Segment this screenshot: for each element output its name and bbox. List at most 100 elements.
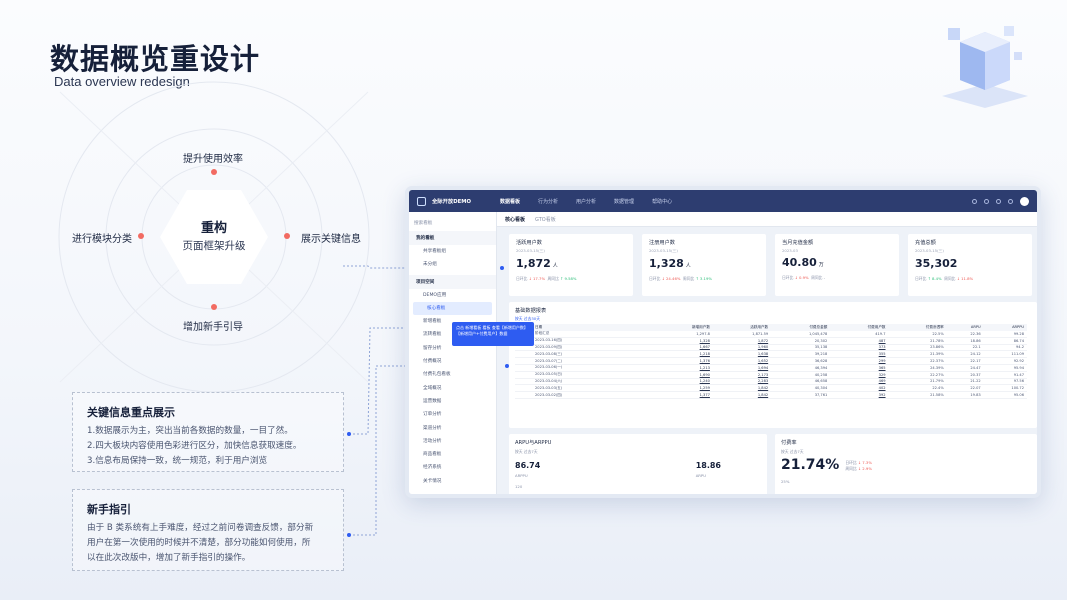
sidebar-item-active[interactable]: 核心看板 [413, 301, 492, 316]
nav-item[interactable]: 数据看板 [491, 198, 529, 205]
table-row: 阶段汇总 1,297.8 1,871.59 1,045,478 419.7 22.5% 22… [515, 330, 1027, 338]
table-cell[interactable]: 1,872 [712, 337, 772, 345]
sidebar-item[interactable]: 经济系统 [409, 461, 496, 474]
card-line: 由于 B 类系统有上手难度，经过之前问卷调查反馈，部分新 [87, 523, 314, 533]
table-cell[interactable]: 1,960 [712, 344, 772, 352]
table-cell[interactable]: 1,652 [712, 357, 772, 365]
arpu-value: 18.86 [695, 461, 721, 470]
card-onboarding: 新手指引 由于 B 类系统有上手难度，经过之前问卷调查反馈，部分新 用户在第一次… [72, 489, 344, 571]
nav-item[interactable]: 用户分析 [567, 198, 605, 205]
table-cell[interactable]: 1,377 [654, 391, 713, 399]
sidebar-item[interactable]: 商品看板 [409, 448, 496, 461]
table-row: 2023-03-02(四) 1,377 1,842 37,761 392 21.58% 19… [515, 391, 1027, 399]
sidebar-item[interactable]: DEMO应用 [409, 289, 496, 302]
sidebar-item[interactable]: 活动分析 [409, 435, 496, 448]
table-cell: 40,258 [771, 371, 831, 379]
table-row: 2023-03-16(四) 1,328 1,872 20,302 487 21.78% 18… [515, 337, 1027, 345]
table-cell[interactable]: 373 [830, 344, 889, 352]
kpi-compare: 日环比 ↓ 17.7% 周同比 ↑ 9.58% [516, 276, 577, 281]
table-cell[interactable]: 1,328 [654, 337, 713, 345]
kpi-value: 1,872 人 [516, 257, 558, 270]
sidebar-section[interactable]: 我的看板 [409, 231, 496, 245]
table-cell: 2023-03-05(日) [515, 371, 655, 379]
table-cell[interactable]: 1,259 [654, 384, 713, 393]
table-cell[interactable]: 329 [830, 371, 889, 379]
table-cell: 2023-03-03(五) [515, 384, 655, 393]
help-icon[interactable] [996, 198, 1001, 204]
card-line: 用户在第一次使用的时候并不清楚，部分功能如何使用，所 [87, 538, 311, 548]
node-bottom-dot [211, 304, 217, 310]
table-cell[interactable]: 487 [830, 337, 889, 345]
kpi-date: 2023-03-15(三) [649, 248, 678, 253]
sidebar-section[interactable]: 项目空间 [409, 274, 496, 289]
table-cell[interactable]: 1,638 [712, 350, 772, 359]
sidebar-item[interactable]: 渠道分析 [409, 422, 496, 435]
sidebar-item[interactable]: 共享看板组 [409, 245, 496, 258]
panel-filter[interactable]: 按天 过去30天 [509, 314, 1037, 324]
sidebar-item[interactable]: 全域概况 [409, 382, 496, 395]
kpi-card: 活跃用户数 2023-03-15(三) 1,872 人 日环比 ↓ 17.7% 周… [509, 234, 633, 296]
nav-item[interactable]: 帮助中心 [643, 198, 681, 205]
table-cell: 40,304 [771, 384, 831, 393]
kpi-title: 注册用户数 [649, 240, 675, 246]
sidebar-item[interactable]: 未分组 [409, 258, 496, 271]
kpi-title: 充值总额 [915, 240, 936, 246]
table-cell[interactable]: 1,694 [712, 364, 772, 372]
nav-item[interactable]: 行为分析 [529, 198, 567, 205]
dashboard-logo: 全际开放DEMO [409, 196, 491, 206]
table-cell[interactable]: 469 [830, 378, 889, 386]
pay-rate-value: 21.74% [781, 457, 840, 473]
sidebar-item[interactable]: 运营数据 [409, 395, 496, 408]
table-cell[interactable]: 1,213 [654, 364, 713, 372]
table-cell: 91.47 [983, 371, 1027, 379]
table-row: 2023-03-07(二) 1,376 1,652 36,628 299 22.37% 22… [515, 357, 1027, 365]
nav-item[interactable]: 数据管理 [605, 198, 643, 205]
table-cell[interactable]: 392 [830, 391, 889, 399]
table-cell[interactable]: 1,667 [654, 344, 713, 352]
search-icon[interactable] [972, 198, 977, 204]
table-cell[interactable]: 1,240 [654, 378, 713, 386]
sidebar-item[interactable]: 付费礼包看板 [409, 368, 496, 381]
table-cell[interactable]: 1,842 [712, 391, 772, 399]
tab-gto[interactable]: GTO看板 [535, 216, 556, 223]
table-row: 2023-03-09(四) 1,667 1,960 35,138 373 23.86% 22… [515, 344, 1027, 352]
sidebar-item[interactable]: 关卡情况 [409, 475, 496, 488]
table-cell[interactable]: 1,690 [654, 371, 713, 379]
table-cell[interactable]: 2,283 [712, 378, 772, 386]
arpu-label: ARPU [695, 473, 706, 478]
table-cell[interactable]: 1,218 [654, 350, 713, 359]
data-report-panel: 基础数据报表 按天 过去30天 日期 新增用户数 活跃用户数 付费总金额 付费用户数 付费… [509, 302, 1037, 428]
sidebar-item[interactable]: 订单分析 [409, 408, 496, 421]
card-key-info: 关键信息重点展示 1.数据展示为主，突出当前各数据的数量，一目了然。 2.四大板… [72, 392, 344, 472]
table-cell[interactable]: 402 [830, 384, 889, 393]
bell-icon[interactable] [984, 198, 989, 204]
kpi-date: 2023-03 [782, 248, 798, 253]
node-right-label: 展示关键信息 [301, 234, 361, 245]
tab-core[interactable]: 核心看板 [505, 216, 525, 223]
kpi-compare: 日环比 ↓ 0.9% 周同比 - [782, 275, 826, 280]
sidebar-search[interactable]: 搜索看板 [414, 218, 491, 227]
table-cell: 2023-03-04(六) [515, 378, 655, 386]
table-cell[interactable]: 299 [830, 357, 889, 365]
table-cell[interactable]: 2,173 [712, 371, 772, 379]
table-cell[interactable]: 365 [830, 364, 889, 372]
node-top-label: 提升使用效率 [183, 154, 243, 165]
table-cell: 1,045,478 [771, 330, 831, 338]
table-cell[interactable]: 1,842 [712, 384, 772, 393]
panel-filter[interactable]: 按天 过去7天 [515, 449, 761, 455]
table-cell: 19.83 [946, 391, 984, 399]
table-cell: 2023-03-07(二) [515, 357, 655, 365]
kpi-date: 2023-03-15(三) [516, 248, 545, 253]
table-cell: 2023-03-06(一) [515, 364, 655, 372]
table-cell[interactable]: 355 [830, 350, 889, 359]
table-cell: 1,297.8 [654, 330, 713, 338]
table-cell[interactable]: 1,376 [654, 357, 713, 365]
table-row: 2023-03-08(三) 1,218 1,638 39,218 355 21.39% 24… [515, 350, 1027, 359]
table-cell: 22.1 [946, 344, 984, 352]
gear-icon[interactable] [1008, 198, 1013, 204]
card-title: 新手指引 [87, 503, 131, 516]
dashboard-topbar: 全际开放DEMO 数据看板 行为分析 用户分析 数据管理 帮助中心 [409, 190, 1037, 212]
sidebar-item[interactable]: 付费概况 [409, 355, 496, 368]
avatar[interactable] [1020, 196, 1029, 206]
guide-tooltip[interactable]: 点击 新增看板 看板 查看【新增用户数】【新增用户+付费用户】数据 [452, 322, 534, 346]
